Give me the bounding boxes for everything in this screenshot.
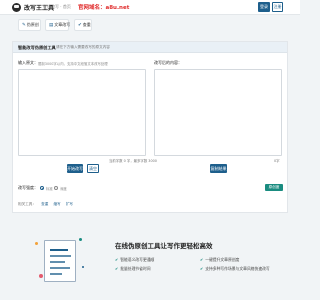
mode-option-label: 标准: [46, 186, 53, 191]
check-icon: ✔: [200, 266, 204, 271]
feature-item: ✔ 批量处理节省时间: [115, 266, 151, 272]
output-label: 改写后的内容：: [154, 60, 182, 65]
mode-radio-standard[interactable]: [40, 186, 44, 190]
check-icon: ✔: [78, 23, 82, 28]
site-brand-subtitle: 在线改写 · 首页: [43, 4, 71, 9]
related-tools-row: 相关工具： 查重 缩写 扩写: [18, 202, 73, 207]
feature-item: ✔ 支持多种写作场景与文章风格快速改写: [200, 266, 270, 272]
input-word-counter: 当前字数 0 字，最多字数 3000: [109, 159, 157, 163]
feature-text: 支持多种写作场景与文章风格快速改写: [205, 266, 270, 271]
check-icon: ✔: [115, 266, 119, 271]
domain-notice: 官网域名：a8u.net: [78, 5, 130, 11]
input-label: 输入原文：: [18, 60, 38, 65]
panel-note: 请在下方输入需要改写的原文内容: [56, 45, 110, 49]
feature-text: 一键提升文章原创度: [205, 257, 240, 262]
tool-tab-label: 查重: [82, 22, 91, 27]
site-logo-icon[interactable]: [12, 3, 21, 12]
start-rewrite-button[interactable]: 开始改写: [67, 164, 83, 173]
decor-dot: [35, 242, 38, 245]
copy-result-button[interactable]: 复制结果: [210, 164, 227, 173]
related-tool-link[interactable]: 扩写: [66, 202, 73, 206]
clear-button[interactable]: 清空: [87, 164, 99, 173]
document-illustration-icon: [35, 236, 90, 288]
tool-tab-article[interactable]: ▤文章改写: [45, 19, 71, 31]
mode-option-label: 深度: [60, 186, 67, 191]
panel-header: 智能改写伪原创工具 请在下方输入需要改写的原文内容: [13, 42, 287, 53]
decor-dot: [79, 238, 82, 241]
decor-dot: [82, 266, 84, 268]
doc-line: [50, 249, 68, 251]
login-button[interactable]: 登录: [258, 2, 270, 12]
register-button[interactable]: 注册: [272, 2, 283, 12]
feature-item: ✔ 一键提升文章原创度: [200, 257, 239, 263]
tool-tabs: ✎伪原创 ▤文章改写 ✔查重: [0, 15, 300, 38]
tool-tab-label: 伪原创: [26, 22, 39, 27]
tool-tab-check[interactable]: ✔查重: [74, 19, 92, 31]
rewrite-panel: 智能改写伪原创工具 请在下方输入需要改写的原文内容 输入原文： 限制3000字以…: [12, 41, 288, 213]
document-sheet: [44, 240, 76, 282]
related-tool-link[interactable]: 查重: [41, 202, 48, 206]
doc-line: [50, 261, 65, 263]
feature-text: 智能语义改写更通顺: [120, 257, 155, 262]
doc-line: [50, 255, 71, 257]
result-text-output[interactable]: [154, 69, 282, 156]
document-icon: ▤: [49, 23, 54, 28]
promo-title: 在线伪原创工具让写作更轻松高效: [115, 242, 213, 250]
mode-label: 改写强度：: [18, 185, 38, 190]
related-tool-link[interactable]: 缩写: [53, 202, 60, 206]
check-icon: ✔: [115, 257, 119, 262]
doc-line: [50, 273, 62, 275]
decor-dot: [39, 274, 43, 278]
output-word-counter: 0字: [274, 159, 280, 163]
input-hint: 限制3000字以内，支持中文段落文本改写处理: [38, 61, 108, 66]
doc-line: [50, 267, 70, 269]
feature-item: ✔ 智能语义改写更通顺: [115, 257, 154, 263]
source-text-input[interactable]: [18, 69, 146, 156]
edit-icon: ✎: [22, 23, 26, 28]
tool-tab-rewrite[interactable]: ✎伪原创: [18, 19, 41, 31]
feature-text: 批量处理节省时间: [120, 266, 151, 271]
tool-tab-label: 文章改写: [54, 22, 71, 27]
mode-radio-deep[interactable]: [54, 186, 58, 190]
originality-badge: 原创度70%: [265, 184, 283, 196]
panel-title: 智能改写伪原创工具: [18, 45, 56, 50]
check-icon: ✔: [200, 257, 204, 262]
top-navigation-bar: 改写王工具 在线改写 · 首页 官网域名：a8u.net 登录 注册: [0, 0, 300, 15]
related-tools-label: 相关工具：: [18, 202, 36, 206]
